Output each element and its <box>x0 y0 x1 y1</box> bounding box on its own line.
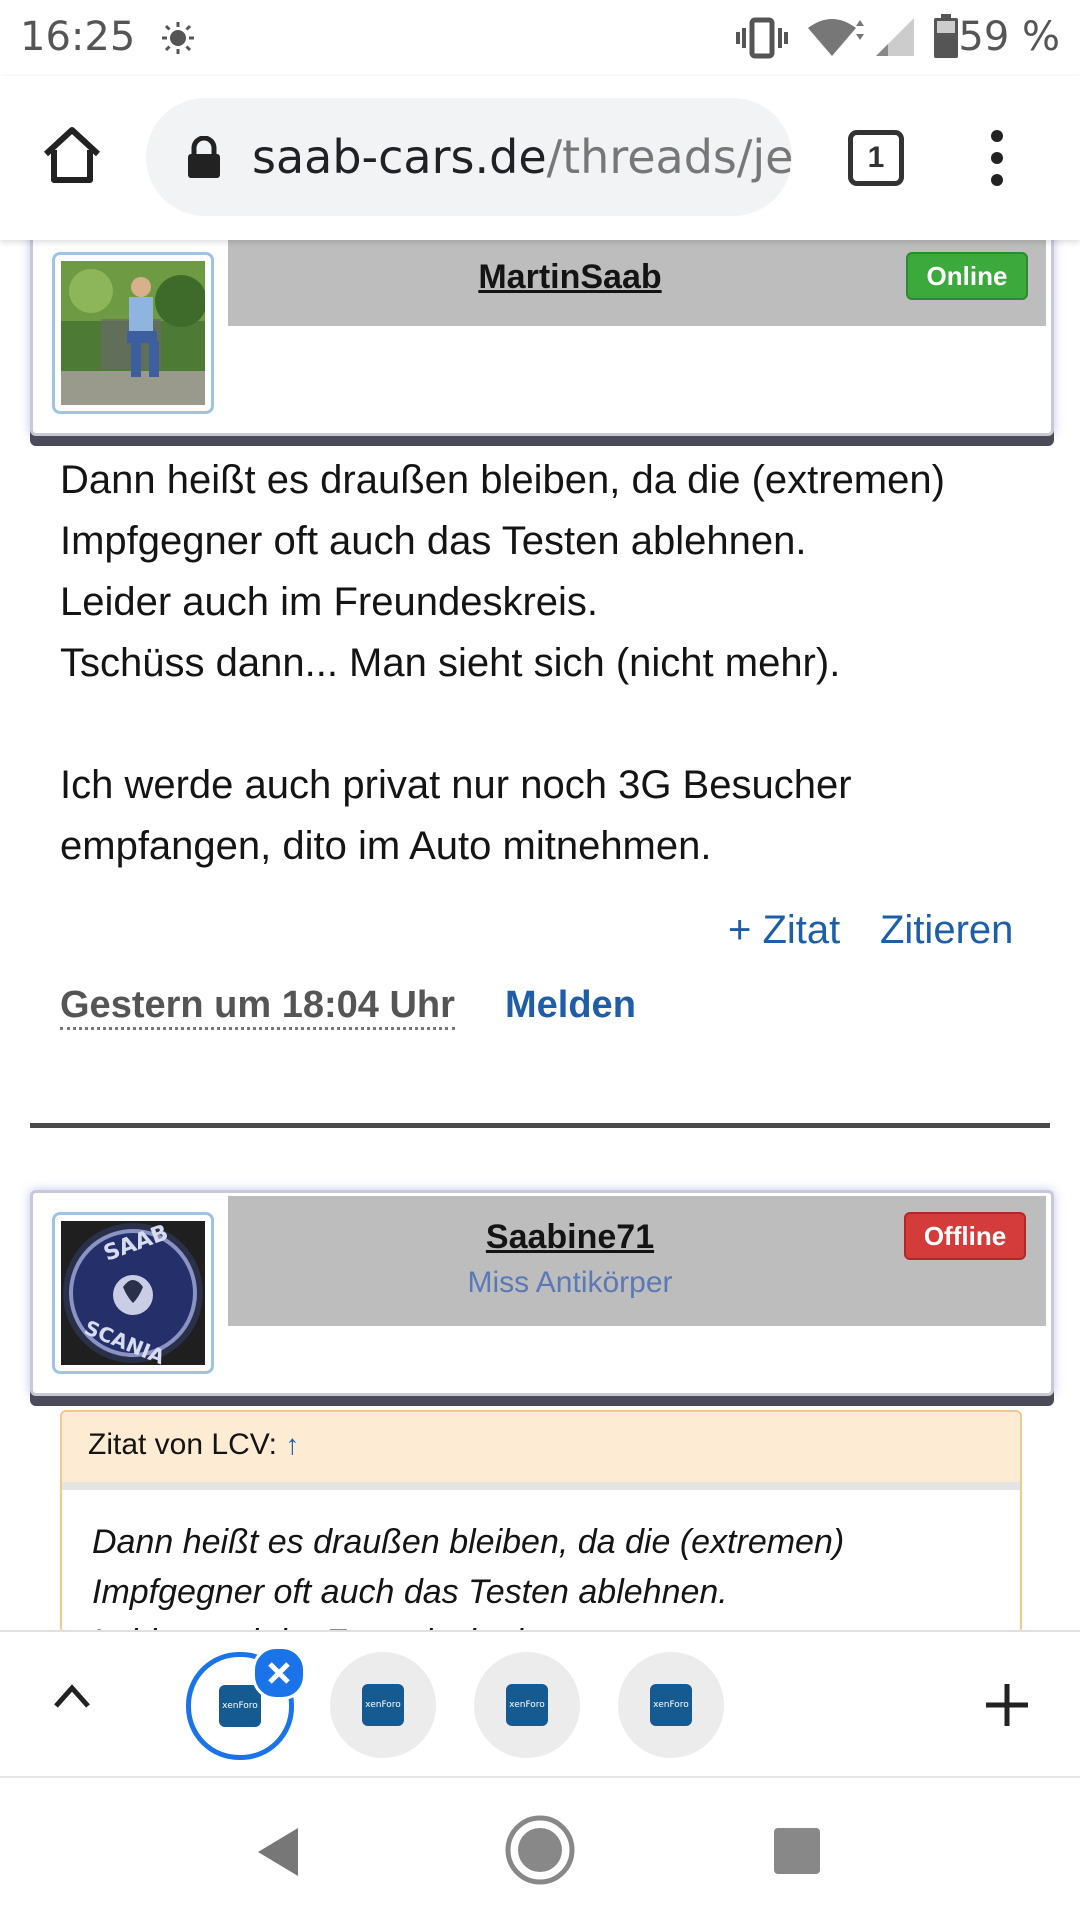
menu-dots-icon[interactable] <box>984 128 1010 188</box>
quote-jump-arrow[interactable]: ↑ <box>285 1429 299 1460</box>
quote-text: Dann heißt es draußen bleiben, da die (e… <box>92 1517 992 1632</box>
post-line: empfangen, dito im Auto mitnehmen. <box>60 824 712 868</box>
tab-thumbnail[interactable]: xenForo <box>474 1652 580 1758</box>
plus-icon[interactable] <box>984 1682 1030 1728</box>
user-title: Miss Antikörper <box>467 1266 673 1299</box>
avatar[interactable]: SAAB SCANIA <box>52 1212 214 1374</box>
home-circle-icon[interactable] <box>504 1814 576 1886</box>
tab-strip: xenForo xenForo xenForo xenForo <box>0 1630 1080 1778</box>
close-tab-button[interactable] <box>252 1646 306 1700</box>
post-line: Ich werde auch privat nur noch 3G Besuch… <box>60 763 852 807</box>
online-status-badge: Online <box>906 252 1028 300</box>
clock: 16:25 <box>20 14 136 60</box>
close-icon <box>268 1662 290 1684</box>
post-date-link[interactable]: Gestern um 18:04 Uhr <box>60 984 455 1030</box>
quote-line: Dann heißt es draußen bleiben, da die (e… <box>92 1523 845 1561</box>
quote-header: Zitat von LCV: ↑ <box>62 1412 1020 1490</box>
url-host: saab-cars.de <box>252 130 547 184</box>
quote-block: Zitat von LCV: ↑ Dann heißt es draußen b… <box>60 1410 1022 1634</box>
system-nav-bar <box>0 1776 1080 1922</box>
url-path: /threads/je <box>546 130 792 184</box>
recents-icon[interactable] <box>774 1828 820 1874</box>
username-link[interactable]: Saabine71 <box>300 1218 840 1257</box>
battery-icon <box>934 14 958 58</box>
quote-author: Zitat von LCV: <box>88 1428 277 1461</box>
wifi-icon <box>808 19 864 56</box>
address-bar[interactable]: saab-cars.de/threads/je <box>146 98 792 216</box>
chevron-up-icon[interactable] <box>52 1682 92 1710</box>
xenforo-favicon-icon: xenForo <box>506 1684 548 1726</box>
vibrate-icon <box>736 17 788 59</box>
report-button[interactable]: Melden <box>505 984 636 1027</box>
quote-line: Impfgegner oft auch das Testen ablehnen. <box>92 1573 728 1611</box>
post-divider <box>30 1123 1050 1128</box>
avatar-photo <box>61 261 205 405</box>
post-line: Tschüss dann... Man sieht sich (nicht me… <box>60 641 841 685</box>
post-line: Impfgegner oft auch das Testen ablehnen. <box>60 519 807 563</box>
multiquote-button[interactable]: + Zitat <box>728 908 840 953</box>
post-line: Dann heißt es draußen bleiben, da die (e… <box>60 458 945 502</box>
home-icon[interactable] <box>42 126 102 184</box>
browser-toolbar: saab-cars.de/threads/je 1 <box>0 76 1080 240</box>
url-text: saab-cars.de/threads/je <box>252 130 792 184</box>
tab-thumbnail[interactable]: xenForo <box>330 1652 436 1758</box>
back-icon[interactable] <box>254 1826 302 1878</box>
brightness-icon <box>162 22 194 54</box>
signal-icon <box>876 18 914 56</box>
quote-button[interactable]: Zitieren <box>880 908 1013 953</box>
battery-percent: 59 % <box>958 14 1060 60</box>
tab-thumbnail[interactable]: xenForo <box>618 1652 724 1758</box>
quote-label: Zitat von LCV: ↑ <box>88 1428 299 1462</box>
username-link[interactable]: MartinSaab <box>300 258 840 297</box>
status-bar: 16:25 59 % <box>0 0 1080 76</box>
post-line: Leider auch im Freundeskreis. <box>60 580 599 624</box>
avatar[interactable] <box>52 252 214 414</box>
xenforo-favicon-icon: xenForo <box>650 1684 692 1726</box>
post-message: Dann heißt es draußen bleiben, da die (e… <box>60 450 1020 877</box>
post-line <box>60 694 1020 755</box>
xenforo-favicon-icon: xenForo <box>362 1684 404 1726</box>
tab-switcher-button[interactable]: 1 <box>848 130 904 186</box>
saab-scania-logo: SAAB SCANIA <box>61 1221 205 1365</box>
offline-status-badge: Offline <box>904 1212 1026 1260</box>
lock-icon <box>188 136 220 178</box>
